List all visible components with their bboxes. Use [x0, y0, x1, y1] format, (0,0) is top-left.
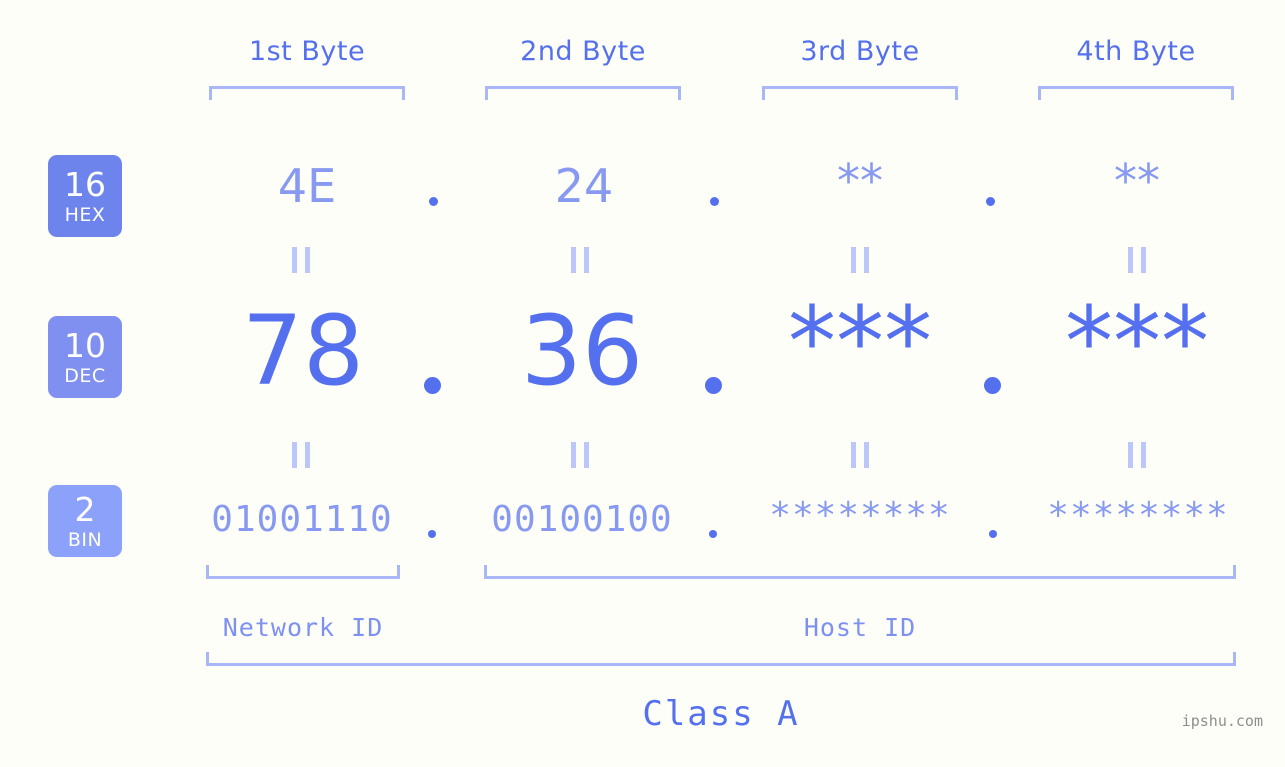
byte-bracket-top-1 — [209, 86, 405, 100]
hex-value-byte-2: 24 — [554, 159, 614, 213]
equals-connector-hex-dec-3 — [851, 247, 869, 273]
dec-separator-dot-2 — [705, 377, 722, 394]
equals-connector-hex-dec-1 — [292, 247, 310, 273]
hex-value-byte-3: ** — [837, 154, 883, 208]
base-badge-dec-number: 10 — [64, 325, 106, 365]
ip-address-breakdown-diagram: 1st Byte 2nd Byte 3rd Byte 4th Byte 16 H… — [0, 0, 1285, 767]
dec-value-byte-1: 78 — [241, 295, 365, 407]
host-id-bracket — [484, 565, 1236, 579]
equals-connector-dec-bin-2 — [571, 442, 589, 468]
bin-separator-dot-2 — [709, 530, 717, 538]
base-badge-bin-name: BIN — [67, 528, 103, 551]
dec-value-byte-2: 36 — [520, 295, 644, 407]
byte-header-label-2: 2nd Byte — [520, 36, 646, 67]
equals-connector-dec-bin-1 — [292, 442, 310, 468]
base-badge-hex-number: 16 — [64, 164, 106, 204]
equals-connector-dec-bin-3 — [851, 442, 869, 468]
hex-separator-dot-1 — [429, 197, 438, 206]
base-badge-bin-number: 2 — [74, 489, 96, 529]
equals-connector-dec-bin-4 — [1128, 442, 1146, 468]
dec-value-byte-4: *** — [1065, 286, 1209, 398]
dec-separator-dot-3 — [984, 377, 1001, 394]
network-id-bracket — [206, 565, 400, 579]
hex-separator-dot-3 — [986, 197, 995, 206]
hex-separator-dot-2 — [710, 197, 719, 206]
byte-header-label-4: 4th Byte — [1076, 36, 1196, 67]
base-badge-hex: 16 HEX — [48, 155, 122, 237]
byte-header-label-1: 1st Byte — [248, 36, 366, 67]
bin-separator-dot-1 — [428, 530, 436, 538]
base-badge-dec-name: DEC — [64, 364, 106, 387]
base-badge-dec: 10 DEC — [48, 316, 122, 398]
bin-value-byte-4: ******** — [1047, 495, 1229, 536]
dec-value-byte-3: *** — [788, 286, 932, 398]
base-badge-hex-name: HEX — [64, 203, 106, 226]
equals-connector-hex-dec-4 — [1128, 247, 1146, 273]
bin-value-byte-3: ******** — [769, 495, 951, 536]
class-label: Class A — [642, 694, 800, 734]
network-id-label: Network ID — [222, 613, 384, 642]
byte-bracket-top-2 — [485, 86, 681, 100]
bin-value-byte-2: 00100100 — [491, 499, 673, 540]
hex-value-byte-1: 4E — [277, 159, 337, 213]
base-badge-bin: 2 BIN — [48, 485, 122, 557]
bin-value-byte-1: 01001110 — [211, 499, 393, 540]
byte-bracket-top-3 — [762, 86, 958, 100]
dec-separator-dot-1 — [424, 377, 441, 394]
hex-value-byte-4: ** — [1114, 154, 1160, 208]
host-id-label: Host ID — [803, 613, 917, 642]
site-watermark: ipshu.com — [1181, 712, 1263, 730]
bin-separator-dot-3 — [989, 530, 997, 538]
class-bracket — [206, 652, 1236, 666]
equals-connector-hex-dec-2 — [571, 247, 589, 273]
byte-bracket-top-4 — [1038, 86, 1234, 100]
byte-header-label-3: 3rd Byte — [800, 36, 920, 67]
